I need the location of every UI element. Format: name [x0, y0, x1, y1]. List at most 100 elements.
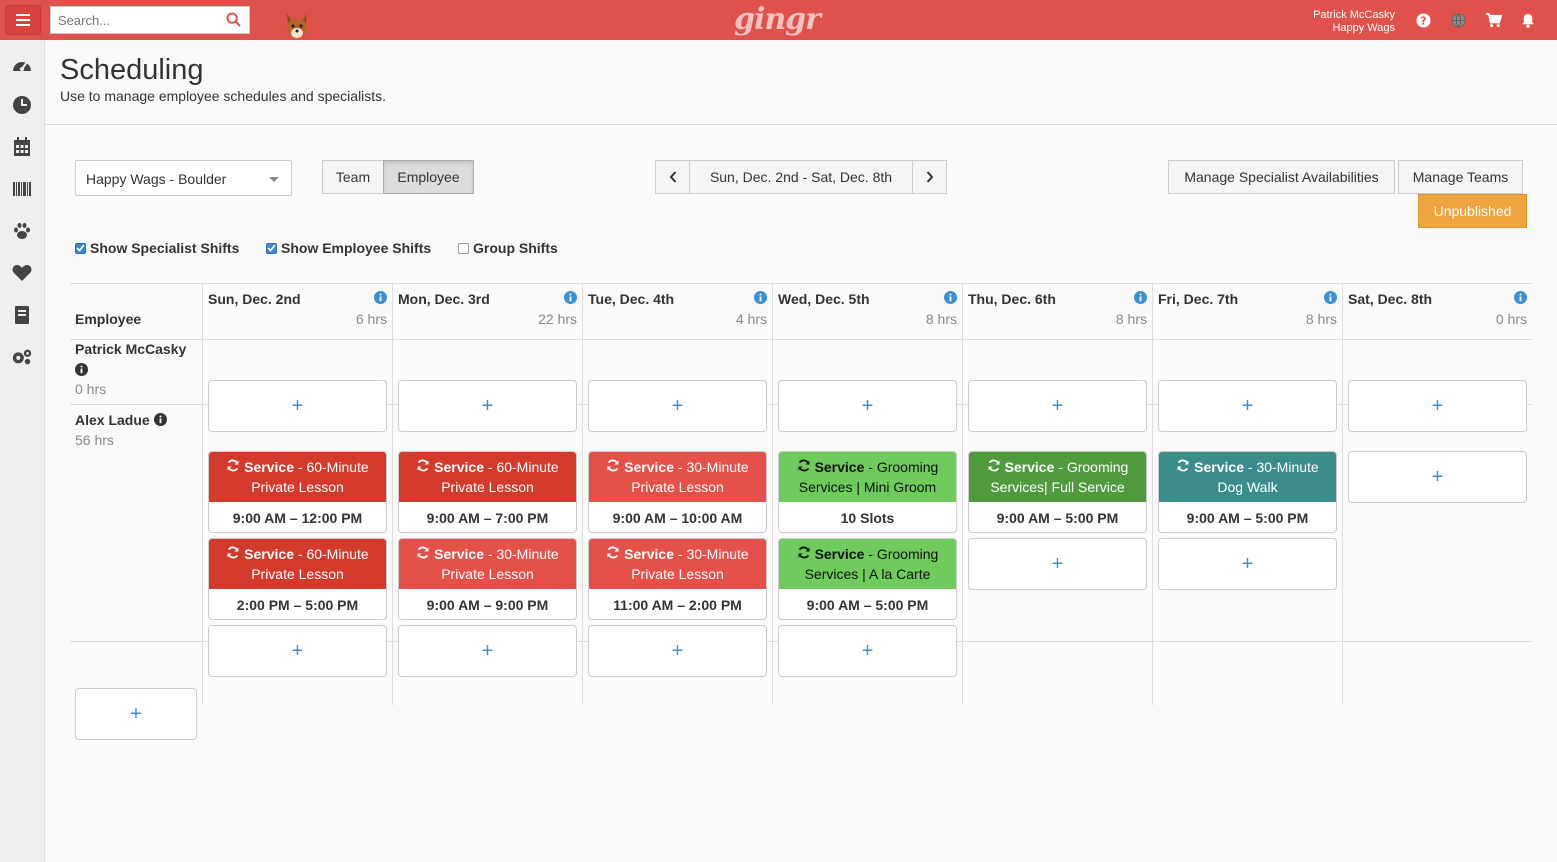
shift-card[interactable]: Service - 30-Minute Private Lesson 9:00 … [398, 538, 577, 620]
repeat-icon [1176, 459, 1190, 475]
shift-time: 9:00 AM – 10:00 AM [612, 509, 743, 526]
shift-card[interactable]: Service - 60-Minute Private Lesson 9:00 … [208, 451, 387, 533]
shift-card[interactable]: Service - Grooming Services| Full Servic… [968, 451, 1147, 533]
chevron-left-icon [669, 171, 676, 183]
shift-card[interactable]: Service - 60-Minute Private Lesson 2:00 … [208, 538, 387, 620]
shift-time: 10 Slots [840, 509, 895, 526]
info-icon[interactable] [754, 291, 767, 309]
shift-card[interactable]: Service - 30-Minute Dog Walk 9:00 AM – 5… [1158, 451, 1337, 533]
add-shift-button[interactable]: + [588, 380, 767, 432]
unpublished-button[interactable]: Unpublished [1418, 194, 1527, 228]
add-shift-button[interactable]: + [1158, 538, 1337, 590]
menu-button[interactable] [5, 5, 41, 35]
specialist-label: Show Specialist Shifts [90, 240, 240, 256]
info-icon[interactable] [153, 413, 167, 429]
shift-header: Service - Grooming Services| Full Servic… [969, 452, 1146, 502]
user-info[interactable]: Patrick McCasky Happy Wags [1313, 9, 1395, 35]
main-content: Scheduling Use to manage employee schedu… [45, 40, 1557, 862]
specialist-checkbox[interactable] [75, 242, 86, 254]
heart-icon[interactable] [11, 262, 33, 284]
add-shift-button[interactable]: + [1348, 380, 1527, 432]
clock-icon[interactable] [11, 94, 33, 116]
employee-toggle-button[interactable]: Employee [383, 160, 474, 194]
group-shifts-checkbox[interactable] [458, 242, 469, 254]
hamburger-icon [16, 14, 30, 26]
shift-card[interactable]: Service - 30-Minute Private Lesson 11:00… [588, 538, 767, 620]
shift-card[interactable]: Service - Grooming Services | Mini Groom… [778, 451, 957, 533]
add-shift-button[interactable]: + [778, 380, 957, 432]
day-header: Sat, Dec. 8th 0 hrs [1348, 291, 1527, 327]
manage-specialist-availabilities-button[interactable]: Manage Specialist Availabilities [1168, 160, 1395, 194]
employee-name[interactable]: Patrick McCasky [75, 341, 186, 357]
user-name: Patrick McCasky [1313, 9, 1395, 21]
search-input[interactable] [51, 7, 221, 33]
add-shift-button[interactable]: + [398, 625, 577, 677]
shift-header: Service - Grooming Services | Mini Groom [779, 452, 956, 502]
next-week-button[interactable] [912, 160, 947, 194]
show-employee-filter[interactable]: Show Employee Shifts [266, 240, 431, 256]
divider [45, 124, 1557, 125]
info-icon[interactable] [564, 291, 577, 309]
prev-week-button[interactable] [655, 160, 690, 194]
add-shift-button[interactable]: + [1158, 380, 1337, 432]
location-value: Happy Wags - Boulder [86, 171, 227, 187]
paw-icon[interactable] [11, 220, 33, 242]
add-employee-button[interactable]: + [75, 688, 197, 740]
info-icon[interactable] [1324, 291, 1337, 309]
add-shift-button[interactable]: + [208, 380, 387, 432]
info-icon[interactable] [374, 291, 387, 309]
search-icon[interactable] [226, 12, 241, 32]
day-header: Sun, Dec. 2nd 6 hrs [208, 291, 387, 327]
calendar-icon[interactable] [11, 136, 33, 158]
shift-card[interactable]: Service - 60-Minute Private Lesson 9:00 … [398, 451, 577, 533]
chevron-right-icon [926, 171, 933, 183]
repeat-icon [606, 546, 620, 562]
page-title: Scheduling [60, 54, 204, 86]
day-header: Tue, Dec. 4th 4 hrs [588, 291, 767, 327]
book-icon[interactable] [11, 304, 33, 326]
dashboard-icon[interactable] [11, 53, 33, 75]
add-shift-button[interactable]: + [968, 380, 1147, 432]
top-icons: ? [1414, 11, 1537, 29]
barcode-icon[interactable] [11, 178, 33, 200]
repeat-icon [416, 459, 430, 475]
team-toggle-button[interactable]: Team [322, 160, 384, 194]
add-shift-button[interactable]: + [778, 625, 957, 677]
gingr-logo[interactable]: gingr [734, 2, 821, 37]
shift-card[interactable]: Service - Grooming Services | A la Carte… [778, 538, 957, 620]
shift-time: 2:00 PM – 5:00 PM [236, 596, 359, 613]
group-shifts-filter[interactable]: Group Shifts [458, 240, 558, 256]
shift-header: Service - 60-Minute Private Lesson [399, 452, 576, 502]
manage-teams-button[interactable]: Manage Teams [1398, 160, 1523, 194]
bell-icon[interactable] [1519, 11, 1537, 29]
info-icon[interactable] [944, 291, 957, 309]
add-shift-button[interactable]: + [588, 625, 767, 677]
add-shift-button[interactable]: + [1348, 451, 1527, 503]
add-shift-button[interactable]: + [208, 625, 387, 677]
shift-time: 11:00 AM – 2:00 PM [613, 596, 742, 613]
employee-label: Show Employee Shifts [281, 240, 432, 256]
info-icon[interactable] [1134, 291, 1147, 309]
repeat-icon [987, 459, 1001, 475]
date-range-button[interactable]: Sun, Dec. 2nd - Sat, Dec. 8th [689, 160, 913, 194]
info-icon[interactable] [1514, 291, 1527, 309]
question-circle-icon[interactable]: ? [1414, 11, 1432, 29]
shift-header: Service - 30-Minute Private Lesson [589, 452, 766, 502]
cart-icon[interactable] [1484, 11, 1502, 29]
repeat-icon [797, 459, 811, 475]
info-icon[interactable] [75, 363, 88, 381]
employee-hours: 56 hrs [75, 432, 114, 448]
day-header: Wed, Dec. 5th 8 hrs [778, 291, 957, 327]
check-icon [267, 244, 276, 252]
shift-card[interactable]: Service - 30-Minute Private Lesson 9:00 … [588, 451, 767, 533]
employee-hours: 0 hrs [75, 381, 107, 397]
show-specialist-filter[interactable]: Show Specialist Shifts [75, 240, 239, 256]
employee-checkbox[interactable] [266, 242, 277, 254]
location-select[interactable]: Happy Wags - Boulder [75, 160, 292, 196]
globe-icon[interactable] [1449, 11, 1467, 29]
add-shift-button[interactable]: + [398, 380, 577, 432]
add-shift-button[interactable]: + [968, 538, 1147, 590]
employee-name[interactable]: Alex Ladue [75, 412, 167, 429]
cogs-icon[interactable] [11, 346, 33, 368]
check-icon [76, 244, 85, 252]
